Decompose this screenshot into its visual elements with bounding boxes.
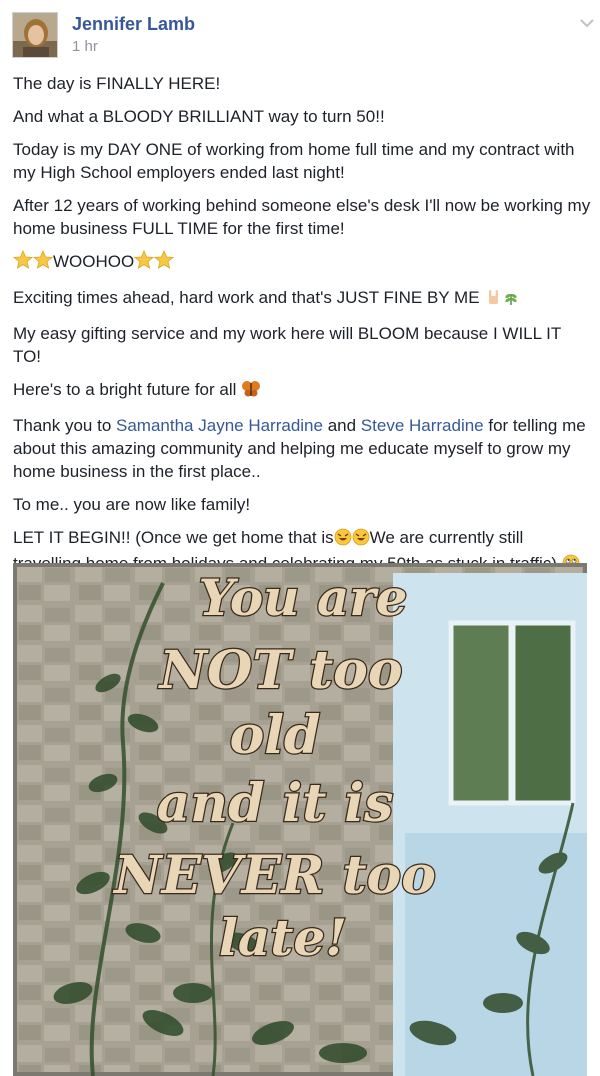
post-line: Thank you to Samantha Jayne Harradine an… bbox=[13, 414, 593, 483]
mention-link[interactable]: Samantha Jayne Harradine bbox=[116, 416, 323, 435]
post-line-text: Thank you to bbox=[13, 416, 117, 435]
rolling-laughing-icon bbox=[352, 528, 370, 552]
image-quote-line: and it is bbox=[157, 773, 394, 834]
star-icon bbox=[154, 249, 175, 276]
post-line-text: and bbox=[322, 416, 361, 435]
post-line: After 12 years of working behind someone… bbox=[13, 196, 591, 238]
post-line: Today is my DAY ONE of working from home… bbox=[13, 140, 575, 182]
post-line: My easy gifting service and my work here… bbox=[13, 324, 561, 366]
image-quote-line: NOT too bbox=[157, 640, 402, 701]
butterfly-icon bbox=[241, 380, 261, 404]
avatar[interactable] bbox=[12, 12, 58, 58]
star-icon bbox=[12, 249, 34, 276]
woohoo-text: WOOHOO bbox=[53, 252, 135, 271]
image-quote-line: You are bbox=[198, 568, 407, 627]
herb-icon bbox=[502, 288, 520, 312]
rolling-laughing-icon bbox=[334, 528, 352, 552]
image-quote-line: old bbox=[230, 705, 321, 766]
image-quote-line: NEVER too bbox=[112, 845, 436, 906]
post-line-text: Here's to a bright future for all bbox=[13, 380, 237, 399]
chevron-down-icon[interactable] bbox=[576, 12, 598, 34]
post-line: Here's to a bright future for all bbox=[13, 378, 593, 404]
post-line: The day is FINALLY HERE! bbox=[13, 74, 221, 93]
post-text: The day is FINALLY HERE! And what a BLOO… bbox=[12, 72, 593, 588]
star-icon bbox=[134, 249, 155, 276]
rock-on-hand-icon bbox=[484, 288, 502, 312]
image-quote-line: late! bbox=[219, 908, 347, 967]
star-icon bbox=[32, 249, 54, 276]
post-line: Exciting times ahead, hard work and that… bbox=[13, 286, 593, 312]
post-header: Jennifer Lamb 1 hr bbox=[12, 12, 594, 60]
post-line-text: Exciting times ahead, hard work and that… bbox=[13, 288, 480, 307]
post-line: And what a BLOODY BRILLIANT way to turn … bbox=[13, 107, 385, 126]
mention-link[interactable]: Steve Harradine bbox=[361, 416, 484, 435]
post-line-text: LET IT BEGIN!! (Once we get home that is bbox=[13, 528, 334, 547]
post-timestamp[interactable]: 1 hr bbox=[72, 38, 98, 55]
post-image[interactable]: You are NOT too old and it is NEVER too … bbox=[13, 563, 587, 1076]
post-line-woohoo: WOOHOO bbox=[12, 249, 593, 276]
post-line: To me.. you are now like family! bbox=[13, 495, 251, 514]
author-name[interactable]: Jennifer Lamb bbox=[72, 14, 195, 35]
